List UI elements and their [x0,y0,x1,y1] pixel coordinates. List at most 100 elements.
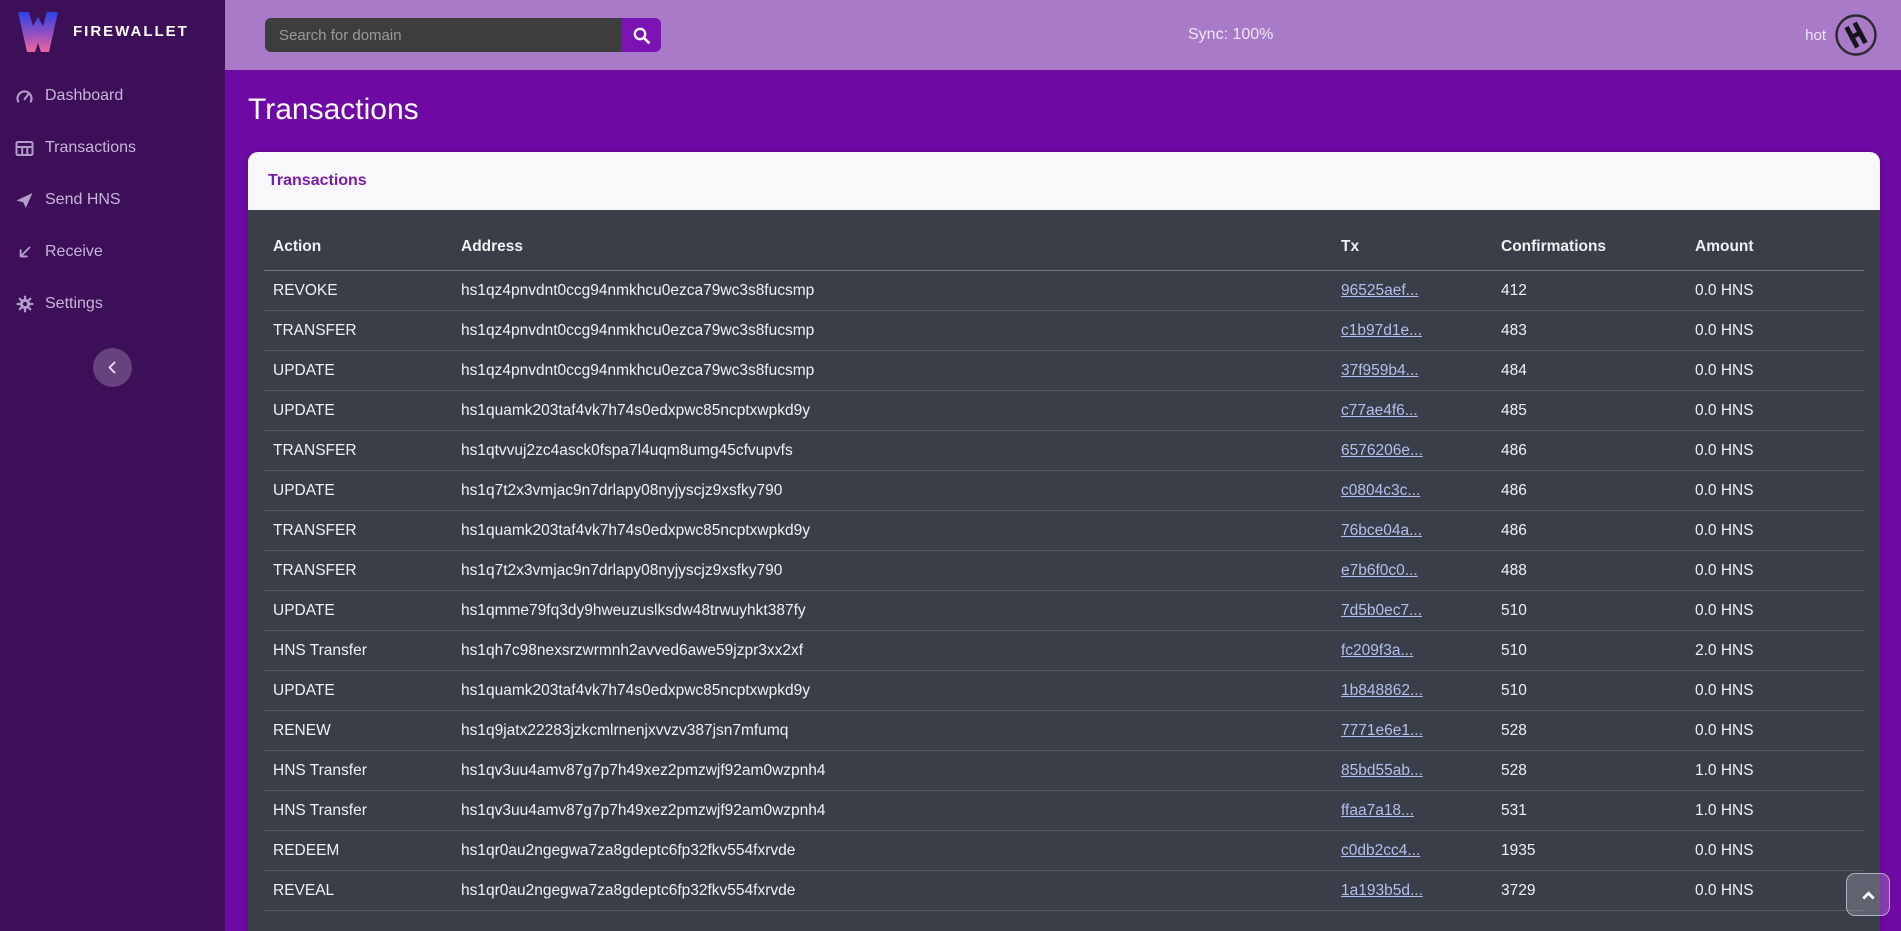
amount-cell: 0.0 HNS [1686,471,1864,511]
dashboard-gauge-icon [15,87,34,106]
search-group [265,18,661,52]
table-row: HNS Transferhs1qv3uu4amv87g7p7h49xez2pmz… [264,751,1864,791]
search-input[interactable] [265,18,621,52]
action-cell: UPDATE [264,391,452,431]
tx-link[interactable]: 7d5b0ec7... [1341,602,1422,619]
tx-cell: 6576206e... [1332,431,1492,471]
action-cell: TRANSFER [264,551,452,591]
table-row: REVEALhs1qr0au2ngegwa7za8gdeptc6fp32fkv5… [264,871,1864,911]
transactions-table-icon [15,139,34,158]
address-cell: hs1qv3uu4amv87g7p7h49xez2pmzwjf92am0wzpn… [452,791,1332,831]
address-cell: hs1qh7c98nexsrzwrmnh2avved6awe59jzpr3xx2… [452,631,1332,671]
tx-cell: ffaa7a18... [1332,791,1492,831]
sidebar-item-receive[interactable]: Receive [0,226,225,278]
tx-cell: c0db2cc4... [1332,831,1492,871]
address-cell: hs1qr0au2ngegwa7za8gdeptc6fp32fkv554fxrv… [452,871,1332,911]
brand[interactable]: FIREWALLET [0,0,225,56]
sidebar-item-dashboard[interactable]: Dashboard [0,70,225,122]
amount-cell: 0.0 HNS [1686,271,1864,311]
amount-cell: 2.0 HNS [1686,631,1864,671]
send-plane-icon [15,191,34,210]
sidebar-item-label: Settings [45,295,103,313]
tx-link[interactable]: e7b6f0c0... [1341,562,1418,579]
tx-link[interactable]: fc209f3a... [1341,642,1413,659]
table-row: TRANSFERhs1q7t2x3vmjac9n7drlapy08nyjyscj… [264,551,1864,591]
action-cell: UPDATE [264,671,452,711]
address-cell: hs1quamk203taf4vk7h74s0edxpwc85ncptxwpkd… [452,671,1332,711]
confirmations-cell: 486 [1492,471,1686,511]
confirmations-cell: 510 [1492,671,1686,711]
sidebar: FIREWALLET Dashboard Transactions Send HNS… [0,0,225,931]
amount-cell: 0.0 HNS [1686,831,1864,871]
action-cell: TRANSFER [264,511,452,551]
search-button[interactable] [621,18,661,52]
action-cell: UPDATE [264,591,452,631]
action-cell: REVEAL [264,871,452,911]
tx-link[interactable]: c77ae4f6... [1341,402,1418,419]
table-row: RENEWhs1q9jatx22283jzkcmlrnenjxvvzv387js… [264,711,1864,751]
action-cell: UPDATE [264,351,452,391]
confirmations-cell: 510 [1492,591,1686,631]
amount-cell: 0.0 HNS [1686,431,1864,471]
tx-cell: 37f959b4... [1332,351,1492,391]
sidebar-item-settings[interactable]: Settings [0,278,225,330]
amount-cell: 0.0 HNS [1686,671,1864,711]
address-cell: hs1qz4pnvdnt0ccg94nmkhcu0ezca79wc3s8fucs… [452,351,1332,391]
sidebar-item-label: Dashboard [45,87,123,105]
scroll-to-top-button[interactable] [1846,873,1890,916]
column-header-confirmations: Confirmations [1492,210,1686,271]
tx-cell: 76bce04a... [1332,511,1492,551]
table-row: TRANSFERhs1qz4pnvdnt0ccg94nmkhcu0ezca79w… [264,311,1864,351]
action-cell: HNS Transfer [264,631,452,671]
amount-cell: 0.0 HNS [1686,511,1864,551]
tx-link[interactable]: ffaa7a18... [1341,802,1414,819]
amount-cell: 0.0 HNS [1686,711,1864,751]
tx-link[interactable]: 76bce04a... [1341,522,1422,539]
amount-cell: 0.0 HNS [1686,591,1864,631]
confirmations-cell: 485 [1492,391,1686,431]
table-row: TRANSFERhs1qtvvuj2zc4asck0fspa7l4uqm8umg… [264,431,1864,471]
sidebar-collapse-button[interactable] [93,348,132,387]
tx-link[interactable]: c0804c3c... [1341,482,1420,499]
firewallet-w-logo-icon [16,11,60,53]
action-cell: REDEEM [264,831,452,871]
tx-link[interactable]: 1b848862... [1341,682,1423,699]
amount-cell: 1.0 HNS [1686,751,1864,791]
tx-link[interactable]: 6576206e... [1341,442,1423,459]
table-row: TRANSFERhs1quamk203taf4vk7h74s0edxpwc85n… [264,511,1864,551]
amount-cell: 0.0 HNS [1686,551,1864,591]
tx-link[interactable]: 1a193b5d... [1341,882,1423,899]
panel-title: Transactions [268,172,367,190]
wallet-selector[interactable]: hot [1805,0,1877,70]
receive-arrow-icon [15,243,34,262]
main-content: Transactions Transactions ActionAddressT… [225,70,1901,931]
sidebar-item-label: Send HNS [45,191,121,209]
page-title: Transactions [248,92,1901,128]
confirmations-cell: 531 [1492,791,1686,831]
tx-link[interactable]: 7771e6e1... [1341,722,1423,739]
table-header-row: ActionAddressTxConfirmationsAmount [264,210,1864,271]
transactions-panel: Transactions ActionAddressTxConfirmation… [248,152,1880,931]
table-row: REDEEMhs1qr0au2ngegwa7za8gdeptc6fp32fkv5… [264,831,1864,871]
tx-link[interactable]: 37f959b4... [1341,362,1419,379]
tx-link[interactable]: c1b97d1e... [1341,322,1422,339]
sidebar-item-send-hns[interactable]: Send HNS [0,174,225,226]
sidebar-item-transactions[interactable]: Transactions [0,122,225,174]
address-cell: hs1q7t2x3vmjac9n7drlapy08nyjyscjz9xsfky7… [452,471,1332,511]
tx-link[interactable]: 85bd55ab... [1341,762,1423,779]
tx-link[interactable]: 96525aef... [1341,282,1419,299]
tx-cell: 7771e6e1... [1332,711,1492,751]
confirmations-cell: 3729 [1492,871,1686,911]
action-cell: RENEW [264,711,452,751]
transactions-table-wrap: ActionAddressTxConfirmationsAmount REVOK… [248,210,1880,931]
address-cell: hs1qmme79fq3dy9hweuzuslksdw48trwuyhkt387… [452,591,1332,631]
address-cell: hs1qv3uu4amv87g7p7h49xez2pmzwjf92am0wzpn… [452,751,1332,791]
sidebar-nav: Dashboard Transactions Send HNS Receive Sett… [0,70,225,330]
confirmations-cell: 528 [1492,751,1686,791]
confirmations-cell: 483 [1492,311,1686,351]
column-header-tx: Tx [1332,210,1492,271]
address-cell: hs1qr0au2ngegwa7za8gdeptc6fp32fkv554fxrv… [452,831,1332,871]
transactions-table-body: REVOKEhs1qz4pnvdnt0ccg94nmkhcu0ezca79wc3… [264,271,1864,911]
tx-link[interactable]: c0db2cc4... [1341,842,1420,859]
table-row: HNS Transferhs1qv3uu4amv87g7p7h49xez2pmz… [264,791,1864,831]
